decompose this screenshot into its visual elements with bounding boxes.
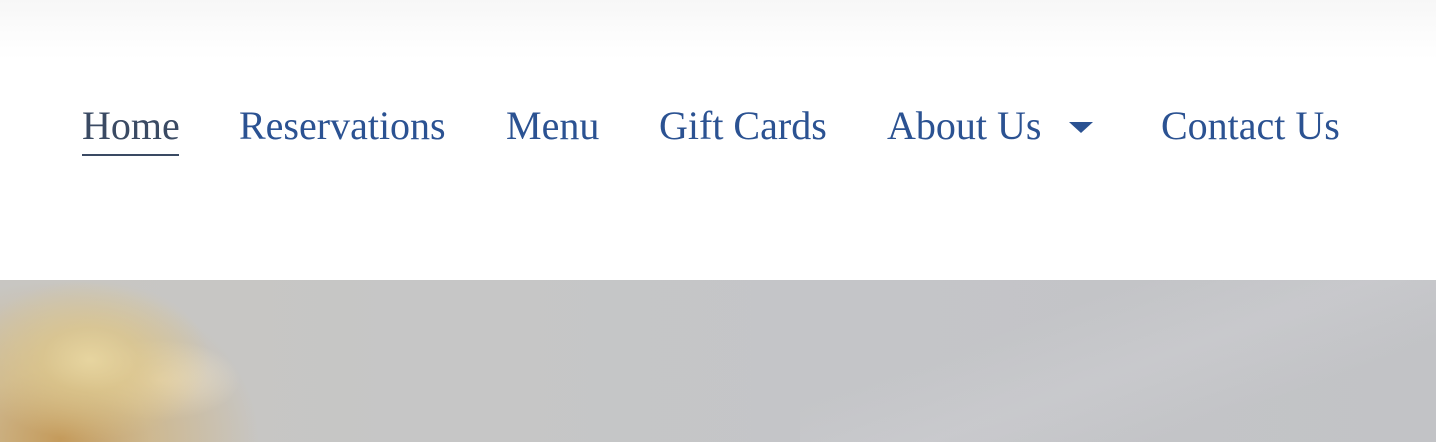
nav-item-label: Menu	[506, 103, 600, 148]
nav-item-contact-us[interactable]: Contact Us	[1161, 100, 1340, 156]
nav-item-label: Contact Us	[1161, 103, 1340, 148]
top-strip	[0, 0, 1436, 60]
nav-item-reservations[interactable]: Reservations	[239, 100, 446, 156]
nav-item-menu[interactable]: Menu	[506, 100, 599, 156]
nav-item-label: Reservations	[239, 103, 446, 148]
main-nav: Home Reservations Menu Gift Cards About …	[0, 100, 1436, 160]
caret-down-icon[interactable]	[1069, 122, 1093, 133]
active-underline	[82, 154, 179, 156]
nav-item-gift-cards[interactable]: Gift Cards	[659, 100, 827, 156]
nav-item-home[interactable]: Home	[82, 100, 180, 156]
hero-image	[0, 280, 1436, 442]
nav-item-about-us[interactable]: About Us	[887, 100, 1041, 156]
page: Home Reservations Menu Gift Cards About …	[0, 0, 1436, 442]
nav-item-label: Home	[82, 103, 180, 148]
nav-item-label: Gift Cards	[659, 103, 827, 148]
hero-light-streak	[800, 280, 1436, 442]
site-header: Home Reservations Menu Gift Cards About …	[0, 60, 1436, 280]
nav-item-label: About Us	[887, 103, 1042, 148]
